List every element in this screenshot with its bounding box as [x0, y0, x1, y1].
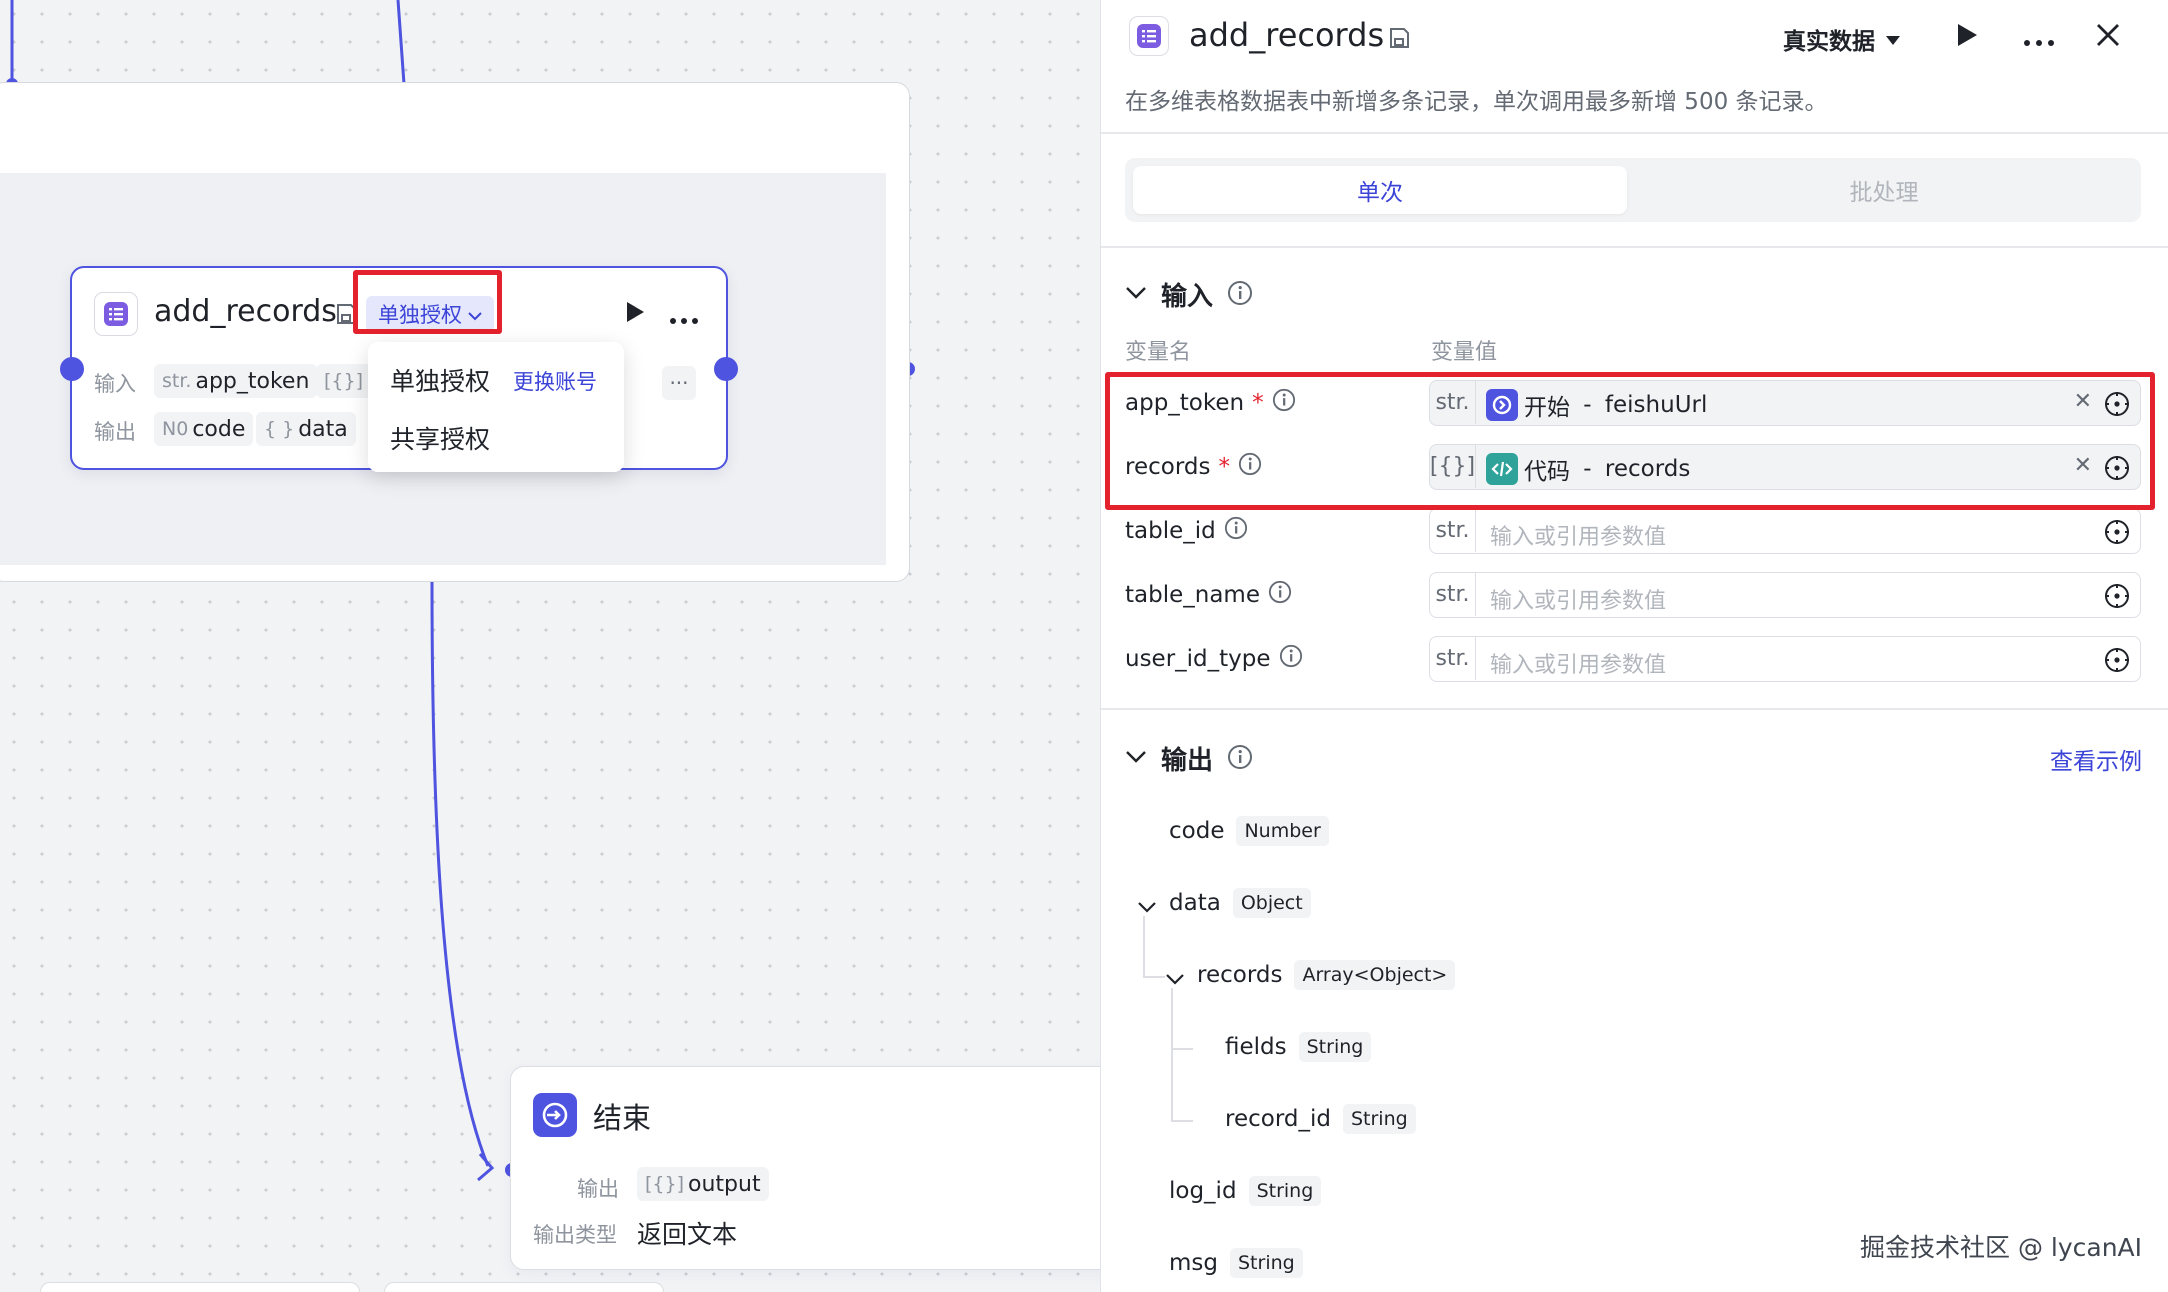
output-field-records: records Array<Object> — [1197, 960, 1456, 990]
output-name: output — [688, 1171, 761, 1197]
input-section-title: 输入 — [1161, 282, 1214, 312]
tree-line — [1171, 1048, 1193, 1050]
info-icon — [1268, 580, 1292, 610]
data-mode-dropdown[interactable]: 真实数据 — [1783, 22, 1901, 56]
chevron-down-icon[interactable] — [1165, 970, 1185, 989]
edge-arrow-end — [477, 1153, 495, 1182]
chevron-down-icon — [1125, 285, 1147, 304]
type-array-icon: [{}] — [645, 1173, 685, 1195]
output-field-fields: fields String — [1225, 1032, 1372, 1062]
panel-description: 在多维表格数据表中新增多条记录，单次调用最多新增 500 条记录。 — [1125, 89, 1828, 115]
info-icon — [1279, 644, 1303, 674]
data-mode-label: 真实数据 — [1783, 29, 1875, 55]
param-value-table-id[interactable]: str. 输入或引用参数值 — [1429, 508, 2141, 554]
panel-title: add_records — [1189, 16, 1385, 54]
divider — [1101, 246, 2168, 248]
reference-target-icon[interactable] — [2104, 583, 2130, 613]
info-icon — [1227, 280, 1253, 310]
highlight-box-auth — [353, 270, 502, 334]
divider — [1101, 132, 2168, 134]
param-name-user-id-type: user_id_type — [1125, 644, 1303, 674]
bottom-node-stub — [40, 1282, 360, 1292]
input-section-header[interactable]: 输入 — [1125, 276, 1253, 313]
output-field-code: code Number — [1169, 816, 1329, 846]
param-value-table-name[interactable]: str. 输入或引用参数值 — [1429, 572, 2141, 618]
tree-line — [1171, 1120, 1193, 1122]
caret-down-icon — [1885, 26, 1901, 52]
output-field-data: data Object — [1169, 888, 1311, 918]
end-output-tag: [{}] output — [637, 1167, 769, 1201]
output-field-msg: msg String — [1169, 1248, 1303, 1278]
node-config-panel: add_records 真实数据 在多维表格数据表中新增多条记录，单次调用最多新… — [1100, 0, 2168, 1292]
param-name-table-name: table_name — [1125, 580, 1292, 610]
view-example-link[interactable]: 查看示例 — [2050, 742, 2142, 776]
menu-item-shared-auth[interactable]: 共享授权 — [390, 420, 490, 456]
end-output-label: 输出 — [577, 1177, 619, 1201]
menu-item-individual-auth[interactable]: 单独授权 — [390, 362, 490, 398]
highlight-box-required-inputs — [1105, 372, 2155, 510]
output-section-title: 输出 — [1161, 746, 1214, 776]
node-ports — [60, 357, 738, 381]
column-header-value: 变量值 — [1431, 340, 1498, 365]
type-str-icon: str. — [1430, 509, 1476, 552]
end-output-type-label: 输出类型 — [533, 1223, 617, 1247]
more-options-icon[interactable] — [2023, 32, 2055, 51]
tree-line — [1143, 976, 1165, 978]
info-icon — [1227, 744, 1253, 774]
run-mode-tabs: 单次 批处理 — [1125, 158, 2141, 222]
output-field-log-id: log_id String — [1169, 1176, 1322, 1206]
tab-batch[interactable]: 批处理 — [1635, 166, 2133, 214]
placeholder-text: 输入或引用参数值 — [1490, 589, 1667, 614]
type-str-icon: str. — [1430, 573, 1476, 616]
workflow-canvas[interactable]: add_records 单独授权 输入 str. app_token [{}] … — [0, 0, 1100, 1292]
end-node[interactable]: 结束 输出 [{}] output 输出类型 返回文本 — [510, 1066, 1100, 1270]
bottom-node-stub — [384, 1282, 664, 1292]
edge-to-end — [430, 581, 490, 1167]
placeholder-text: 输入或引用参数值 — [1490, 525, 1667, 550]
tree-line — [1143, 916, 1145, 978]
switch-account-link[interactable]: 更换账号 — [513, 366, 597, 396]
type-str-icon: str. — [1430, 637, 1476, 680]
column-header-name: 变量名 — [1125, 340, 1192, 365]
reference-target-icon[interactable] — [2104, 647, 2130, 677]
tab-single[interactable]: 单次 — [1133, 166, 1627, 214]
output-field-record-id: record_id String — [1225, 1104, 1416, 1134]
chevron-down-icon — [1125, 749, 1147, 768]
param-name-table-id: table_id — [1125, 516, 1248, 546]
end-output-type-value: 返回文本 — [637, 1220, 738, 1249]
node-input-port — [60, 357, 84, 381]
tree-line — [1171, 988, 1173, 1122]
node-output-port — [714, 357, 738, 381]
run-play-icon[interactable] — [1955, 22, 1979, 52]
param-value-user-id-type[interactable]: str. 输入或引用参数值 — [1429, 636, 2141, 682]
output-section-header[interactable]: 输出 — [1125, 740, 1253, 777]
exit-icon — [533, 1093, 577, 1137]
auth-mode-menu[interactable]: 单独授权 更换账号 共享授权 — [368, 342, 624, 472]
info-icon — [1224, 516, 1248, 546]
save-icon[interactable] — [1387, 26, 1411, 54]
close-icon[interactable] — [2095, 22, 2121, 52]
divider — [1101, 708, 2168, 710]
reference-target-icon[interactable] — [2104, 519, 2130, 549]
watermark-text: 掘金技术社区 @ lycanAI — [1860, 1233, 2143, 1262]
end-node-title: 结束 — [593, 1101, 652, 1135]
placeholder-text: 输入或引用参数值 — [1490, 653, 1667, 678]
table-plugin-icon — [1129, 16, 1169, 56]
chevron-down-icon[interactable] — [1137, 898, 1157, 917]
